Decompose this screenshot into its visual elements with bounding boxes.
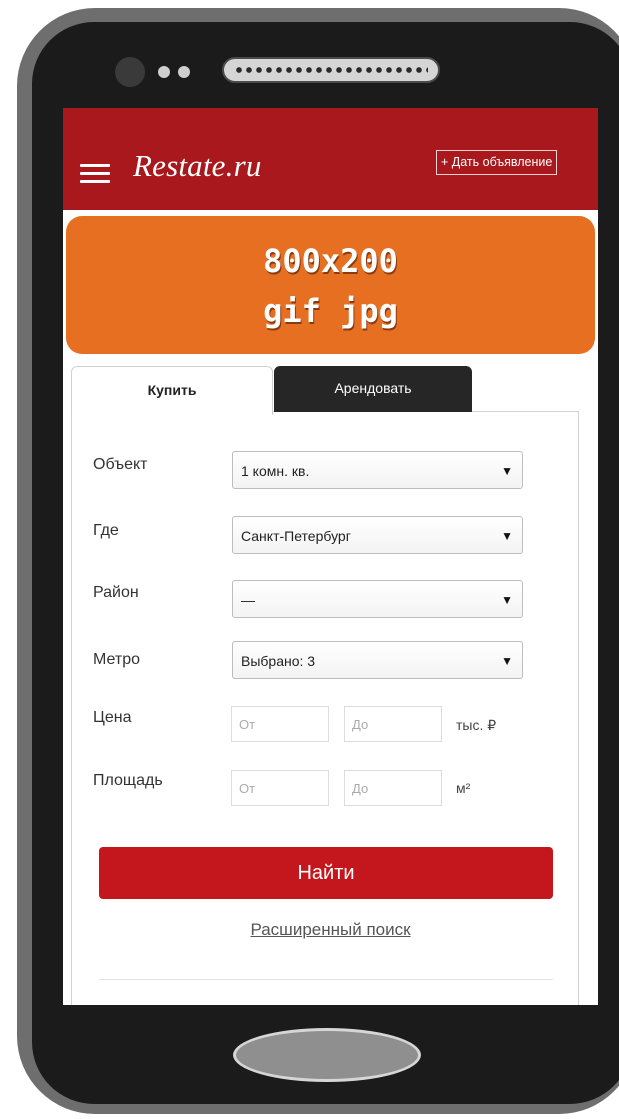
district-select[interactable]: — ▼: [232, 580, 523, 618]
speaker-grille: [222, 57, 440, 83]
home-button[interactable]: [233, 1028, 421, 1082]
price-unit: тыс. ₽: [456, 717, 497, 733]
tab-buy[interactable]: Купить: [71, 366, 273, 415]
area-from-input[interactable]: От: [231, 770, 329, 806]
district-label: Район: [93, 584, 139, 601]
caret-down-icon: ▼: [501, 529, 513, 543]
divider: [99, 979, 553, 980]
object-select-value: 1 комн. кв.: [241, 463, 310, 479]
search-button[interactable]: Найти: [99, 847, 553, 899]
metro-label: Метро: [93, 651, 140, 668]
sensor-dot: [178, 66, 190, 78]
price-label: Цена: [93, 709, 132, 726]
district-select-value: —: [241, 592, 255, 608]
location-label: Где: [93, 522, 119, 539]
phone-screen: Restate.ru + Дать объявление 800x200 gif…: [63, 108, 598, 1005]
area-to-input[interactable]: До: [344, 770, 442, 806]
caret-down-icon: ▼: [501, 464, 513, 478]
banner-format-text: gif jpg: [263, 292, 398, 330]
metro-select-value: Выбрано: 3: [241, 653, 316, 669]
banner-size-text: 800x200: [263, 242, 398, 280]
caret-down-icon: ▼: [501, 654, 513, 668]
site-header: Restate.ru + Дать объявление: [63, 108, 598, 210]
ad-banner-placeholder[interactable]: 800x200 gif jpg: [66, 216, 595, 354]
object-select[interactable]: 1 комн. кв. ▼: [232, 451, 523, 489]
sensor-dot: [158, 66, 170, 78]
location-select[interactable]: Санкт-Петербург ▼: [232, 516, 523, 554]
post-ad-button[interactable]: + Дать объявление: [436, 150, 558, 175]
front-camera: [115, 57, 145, 87]
site-logo[interactable]: Restate.ru: [133, 148, 262, 184]
location-select-value: Санкт-Петербург: [241, 528, 351, 544]
metro-select[interactable]: Выбрано: 3 ▼: [232, 641, 523, 679]
object-label: Объект: [93, 456, 148, 473]
caret-down-icon: ▼: [501, 593, 513, 607]
hamburger-menu-icon[interactable]: [80, 164, 110, 184]
advanced-search-link[interactable]: Расширенный поиск: [63, 920, 598, 940]
price-from-input[interactable]: От: [231, 706, 329, 742]
price-to-input[interactable]: До: [344, 706, 442, 742]
area-label: Площадь: [93, 772, 163, 789]
area-unit: м²: [456, 780, 471, 796]
tab-rent[interactable]: Арендовать: [274, 366, 472, 412]
